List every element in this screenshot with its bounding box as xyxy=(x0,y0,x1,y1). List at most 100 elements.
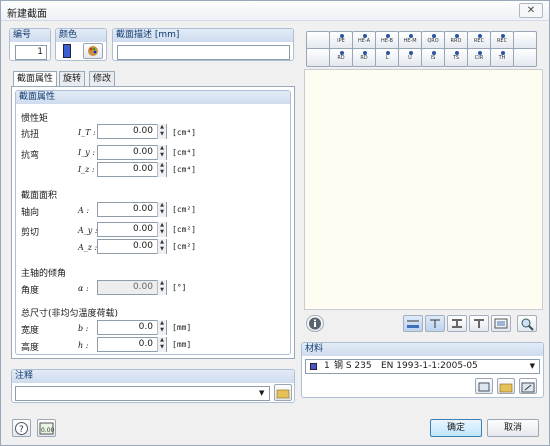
alpha-symbol: α : xyxy=(78,284,89,293)
folder-icon xyxy=(276,389,290,399)
shape_row1-label-8: REC xyxy=(496,38,508,44)
it-symbol: I_T : xyxy=(78,128,96,137)
shape_row2-button-1[interactable]: RD xyxy=(329,48,353,67)
material-group: 材料 1 钢 S 235 EN 1993-1-1:2005-05 ▼ xyxy=(301,342,544,398)
show-tbeam-button[interactable] xyxy=(469,315,489,332)
material-new-button[interactable] xyxy=(497,378,515,394)
number-input[interactable]: 1 xyxy=(15,45,47,60)
units-icon: 0.00 xyxy=(39,422,55,435)
material-name: 钢 S 235 xyxy=(334,361,372,371)
dialog-window: 新建截面 ✕ 编号 1 颜色 截面描述 [mm] 截面属性 旋转 修改 截面属性… xyxy=(0,0,550,446)
area-spinner[interactable]: ▲ ▼ xyxy=(157,202,166,217)
zoom-button[interactable] xyxy=(517,315,537,332)
cancel-button[interactable]: 取消 xyxy=(487,419,539,437)
width-spinner[interactable]: ▲ ▼ xyxy=(157,320,166,335)
inertia-title: 惯性矩 xyxy=(21,114,49,124)
tab-rotation[interactable]: 旋转 xyxy=(59,71,86,86)
shape_row1-label-3: HE-B xyxy=(381,38,393,44)
az-unit: [cm²] xyxy=(172,242,197,251)
material-select[interactable]: 1 钢 S 235 EN 1993-1-1:2005-05 ▼ xyxy=(305,359,540,374)
iy-spinner[interactable]: ▲ ▼ xyxy=(157,145,166,160)
shape_row2-label-8: TH xyxy=(498,55,506,61)
info-button[interactable] xyxy=(306,315,324,332)
description-group: 截面描述 [mm] xyxy=(112,28,294,61)
shape_row2-button-3[interactable]: L xyxy=(375,48,399,67)
shape-dot-icon xyxy=(501,51,505,55)
b-symbol: b : xyxy=(78,324,89,333)
shape_row2-button-9[interactable] xyxy=(513,48,537,67)
color-swatch[interactable] xyxy=(63,44,71,58)
ay-spinner[interactable]: ▲ ▼ xyxy=(157,222,166,237)
info-icon xyxy=(309,317,321,330)
material-title: 材料 xyxy=(302,343,543,356)
material-standard: EN 1993-1-1:2005-05 xyxy=(381,361,478,371)
angle-label: 角度 xyxy=(21,286,40,296)
shape_row2-button-4[interactable]: U xyxy=(398,48,422,67)
shape_row2-button-6[interactable]: TS xyxy=(444,48,468,67)
material-edit-button[interactable] xyxy=(519,378,537,394)
show-dimensions-button[interactable] xyxy=(403,315,423,332)
bending-label: 抗弯 xyxy=(21,151,40,161)
tab-panel: 截面属性 惯性矩 抗扭 I_T : 0.00 ▲ ▼ [cm⁴] 抗弯 I_y :… xyxy=(11,86,295,359)
iz-unit: [cm⁴] xyxy=(172,165,197,174)
dimension-icon xyxy=(407,320,419,328)
material-library-button[interactable] xyxy=(475,378,493,394)
shape_row2-label-6: TS xyxy=(452,55,460,61)
palette-icon xyxy=(88,46,98,56)
angle-spinner: ▲ ▼ xyxy=(157,280,166,295)
material-color-swatch xyxy=(310,363,317,370)
shape_row2-button-8[interactable]: TH xyxy=(490,48,514,67)
shape_row2-label-5: IS xyxy=(430,55,436,61)
az-spinner[interactable]: ▲ ▼ xyxy=(157,239,166,254)
tab-modify[interactable]: 修改 xyxy=(89,71,116,86)
width-unit: [mm] xyxy=(172,323,192,332)
principal-axis-title: 主轴的倾角 xyxy=(21,269,67,279)
shape-dot-icon xyxy=(432,34,436,38)
shape_row2-button-0[interactable] xyxy=(306,48,330,67)
comment-library-button[interactable] xyxy=(274,384,292,401)
show-ibeam-button[interactable] xyxy=(447,315,467,332)
section-properties-header: 截面属性 xyxy=(16,91,290,104)
az-symbol: A_z : xyxy=(78,243,98,252)
ay-symbol: A_y : xyxy=(78,226,98,235)
iy-unit: [cm⁴] xyxy=(172,148,197,157)
shape_row1-label-7: REC xyxy=(473,38,485,44)
color-picker-button[interactable] xyxy=(83,43,103,59)
axial-label: 轴向 xyxy=(21,208,40,218)
ok-button[interactable]: 确定 xyxy=(430,419,482,437)
axes-icon xyxy=(430,319,440,328)
tbeam-icon xyxy=(474,319,484,328)
area-title: 截面面积 xyxy=(21,191,58,201)
book-icon xyxy=(478,382,490,392)
display-options-button[interactable] xyxy=(491,315,511,332)
shape_row2-button-2[interactable]: RD xyxy=(352,48,376,67)
color-label: 颜色 xyxy=(56,29,106,42)
show-axes-button[interactable] xyxy=(425,315,445,332)
iz-spinner[interactable]: ▲ ▼ xyxy=(157,162,166,177)
title-bar: 新建截面 ✕ xyxy=(1,1,549,21)
torsion-label: 抗扭 xyxy=(21,130,40,140)
shape_row1-label-4: HE-M xyxy=(403,38,417,44)
area-unit: [cm²] xyxy=(172,205,197,214)
description-input[interactable] xyxy=(117,45,290,60)
units-button[interactable]: 0.00 xyxy=(37,419,56,437)
height-spinner[interactable]: ▲ ▼ xyxy=(157,337,166,352)
tab-section-properties[interactable]: 截面属性 xyxy=(13,71,58,87)
close-button[interactable]: ✕ xyxy=(519,3,543,18)
shape_row2-label-7: CIR xyxy=(474,55,484,61)
help-icon: ? xyxy=(15,422,28,435)
shape-dot-icon xyxy=(409,34,413,38)
svg-text:0.00: 0.00 xyxy=(41,427,54,434)
shape_row2-label-1: RD xyxy=(337,55,345,61)
torsion-spinner[interactable]: ▲ ▼ xyxy=(157,124,166,139)
comment-dropdown-icon[interactable]: ▼ xyxy=(259,389,264,397)
window-title: 新建截面 xyxy=(7,9,47,20)
comment-input[interactable] xyxy=(15,386,270,401)
material-dropdown-icon[interactable]: ▼ xyxy=(530,360,535,373)
shape_row2-button-7[interactable]: CIR xyxy=(467,48,491,67)
help-button[interactable]: ? xyxy=(12,419,31,437)
number-group: 编号 1 xyxy=(9,28,51,61)
shape_row2-button-5[interactable]: IS xyxy=(421,48,445,67)
section-properties-group: 截面属性 惯性矩 抗扭 I_T : 0.00 ▲ ▼ [cm⁴] 抗弯 I_y :… xyxy=(15,90,291,355)
magnifier-icon xyxy=(521,318,534,331)
